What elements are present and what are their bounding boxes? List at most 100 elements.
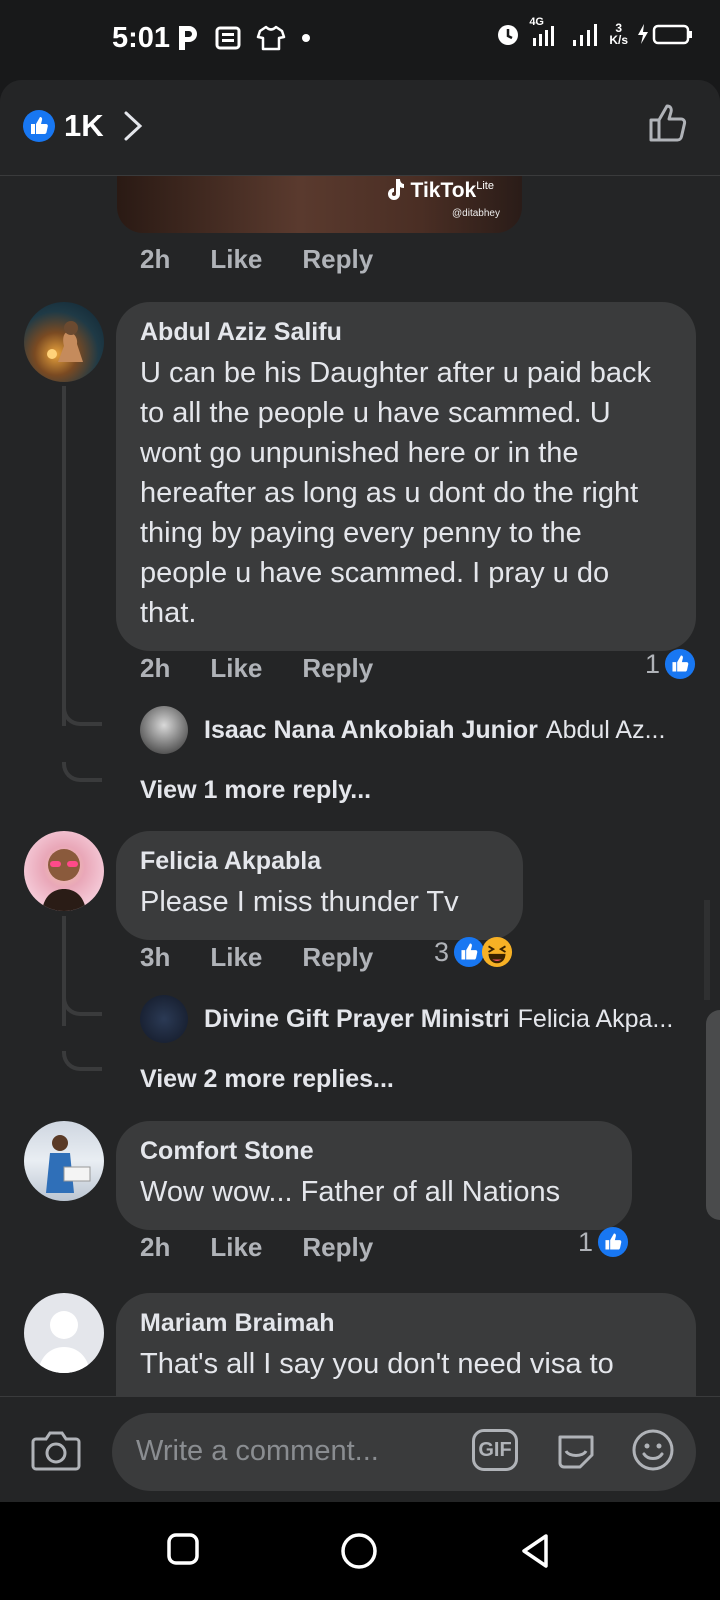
sticker-icon bbox=[558, 1435, 594, 1469]
comment-time: 2h bbox=[140, 244, 171, 274]
emoji-icon bbox=[632, 1429, 674, 1471]
network-speed: 3 K/s bbox=[609, 22, 628, 46]
status-bar: 5:01 4G 3 K/s bbox=[0, 0, 720, 80]
avatar[interactable] bbox=[24, 831, 104, 911]
comment-actions: 2h Like Reply bbox=[140, 653, 413, 684]
reply-button[interactable]: Reply bbox=[302, 653, 373, 684]
default-avatar-icon bbox=[38, 1311, 90, 1373]
view-more-replies[interactable]: View 2 more replies... bbox=[140, 1065, 394, 1094]
avatar bbox=[140, 995, 188, 1043]
comment-composer: Write a comment... GIF bbox=[0, 1396, 720, 1502]
comment-bubble[interactable]: Abdul Aziz Salifu U can be his Daughter … bbox=[116, 302, 696, 651]
like-comment-button[interactable]: Like bbox=[210, 244, 262, 275]
comment-input-placeholder: Write a comment... bbox=[136, 1435, 379, 1467]
news-app-icon bbox=[215, 26, 241, 50]
comments-sheet: 1K TikTokLite @ditabhey 2h Like Reply Ab… bbox=[0, 80, 720, 1502]
network-speed-unit: K/s bbox=[609, 33, 628, 47]
like-comment-button[interactable]: Like bbox=[210, 1232, 262, 1263]
sticker-button[interactable] bbox=[552, 1427, 600, 1480]
tiktok-icon bbox=[387, 179, 404, 200]
edge-panel-handle[interactable] bbox=[706, 1010, 720, 1220]
avatar[interactable] bbox=[24, 1293, 104, 1373]
comment-input[interactable]: Write a comment... GIF bbox=[112, 1413, 696, 1491]
reaction-count: 3 bbox=[434, 936, 450, 967]
comment-reactions[interactable]: 3 bbox=[434, 936, 513, 968]
reply-button[interactable]: Reply bbox=[302, 1232, 373, 1263]
like-comment-button[interactable]: Like bbox=[210, 942, 262, 973]
comment-actions: 2h Like Reply bbox=[140, 244, 413, 275]
thread-connector bbox=[62, 996, 102, 1016]
thumbs-up-outline-icon bbox=[649, 104, 687, 142]
reply-text: Felicia Akpa... bbox=[517, 1004, 674, 1033]
reply-preview[interactable]: Divine Gift Prayer Ministri Felicia Akpa… bbox=[140, 995, 700, 1043]
like-count: 1K bbox=[64, 108, 104, 143]
dot-icon bbox=[302, 34, 310, 42]
reply-button[interactable]: Reply bbox=[302, 942, 373, 973]
commenter-name[interactable]: Mariam Braimah bbox=[140, 1309, 672, 1338]
reaction-count: 1 bbox=[644, 648, 660, 679]
tiktok-brand: TikTok bbox=[410, 179, 477, 202]
thread-connector bbox=[62, 762, 102, 782]
scrollbar[interactable] bbox=[704, 900, 710, 1000]
alarm-icon bbox=[498, 25, 519, 45]
like-comment-button[interactable]: Like bbox=[210, 653, 262, 684]
reply-preview[interactable]: Isaac Nana Ankobiah Junior Abdul Az... bbox=[140, 706, 700, 754]
comment-actions: 2h Like Reply bbox=[140, 1232, 413, 1263]
recents-button[interactable] bbox=[166, 1532, 200, 1571]
avatar-figure-icon bbox=[47, 321, 83, 362]
comment-time: 2h bbox=[140, 653, 171, 683]
chevron-right-icon bbox=[124, 111, 142, 141]
triangle-back-icon bbox=[522, 1534, 548, 1568]
comment-time: 2h bbox=[140, 1232, 171, 1262]
status-system-icons: 4G 3 K/s bbox=[495, 16, 694, 48]
comment-bubble[interactable]: Felicia Akpabla Please I miss thunder Tv bbox=[116, 831, 523, 940]
square-icon bbox=[167, 1533, 199, 1565]
thread-line bbox=[62, 386, 66, 726]
circle-icon bbox=[341, 1533, 377, 1569]
parking-app-icon bbox=[179, 26, 197, 50]
reaction-count: 1 bbox=[578, 1226, 594, 1257]
tiktok-logo: TikTokLite bbox=[385, 178, 494, 203]
status-notification-icons bbox=[176, 24, 312, 52]
like-reaction-icon bbox=[23, 110, 55, 142]
haha-reaction-icon bbox=[481, 936, 513, 968]
comment-actions: 3h Like Reply bbox=[140, 942, 413, 973]
back-button[interactable] bbox=[518, 1532, 552, 1575]
avatar-figure-icon bbox=[46, 1135, 91, 1193]
view-more-replies[interactable]: View 1 more reply... bbox=[140, 776, 371, 805]
signal-icon bbox=[573, 24, 598, 46]
comment-text: Wow wow... Father of all Nations bbox=[140, 1176, 561, 1208]
tiktok-handle: @ditabhey bbox=[452, 208, 500, 219]
avatar[interactable] bbox=[24, 1121, 104, 1201]
system-navigation-bar bbox=[0, 1502, 720, 1600]
gif-button[interactable]: GIF bbox=[472, 1429, 518, 1471]
avatar[interactable] bbox=[24, 302, 104, 382]
home-button[interactable] bbox=[340, 1532, 378, 1575]
commenter-name[interactable]: Felicia Akpabla bbox=[140, 847, 499, 876]
reply-text: Abdul Az... bbox=[545, 715, 666, 744]
battery-charging-icon bbox=[638, 24, 692, 45]
signal-4g-icon: 4G bbox=[529, 16, 563, 48]
like-post-button[interactable] bbox=[648, 102, 690, 149]
emoji-button[interactable] bbox=[630, 1427, 676, 1478]
commenter-name[interactable]: Abdul Aziz Salifu bbox=[140, 318, 672, 347]
comment-bubble[interactable]: Comfort Stone Wow wow... Father of all N… bbox=[116, 1121, 632, 1230]
comment-text: That's all I say you don't need visa to bbox=[140, 1348, 614, 1380]
reply-button[interactable]: Reply bbox=[302, 244, 373, 275]
commenter-name[interactable]: Comfort Stone bbox=[140, 1137, 608, 1166]
camera-button[interactable] bbox=[30, 1427, 82, 1478]
tiktok-video-thumbnail[interactable]: TikTokLite @ditabhey bbox=[117, 176, 522, 233]
comment-reactions[interactable]: 1 bbox=[578, 1226, 629, 1258]
comment-reactions[interactable]: 1 bbox=[645, 648, 696, 680]
comments-list[interactable]: TikTokLite @ditabhey 2h Like Reply Abdul… bbox=[0, 176, 720, 1476]
comment-time: 3h bbox=[140, 942, 171, 972]
tiktok-lite: Lite bbox=[476, 180, 494, 192]
reactions-summary[interactable]: 1K bbox=[22, 108, 148, 144]
like-reaction-icon bbox=[664, 648, 696, 680]
comment-text: Please I miss thunder Tv bbox=[140, 886, 459, 918]
shirt-app-icon bbox=[256, 25, 286, 51]
reply-author[interactable]: Isaac Nana Ankobiah Junior bbox=[204, 716, 538, 745]
comments-header: 1K bbox=[0, 80, 720, 176]
reply-author[interactable]: Divine Gift Prayer Ministri bbox=[204, 1005, 510, 1034]
thread-connector bbox=[62, 706, 102, 726]
